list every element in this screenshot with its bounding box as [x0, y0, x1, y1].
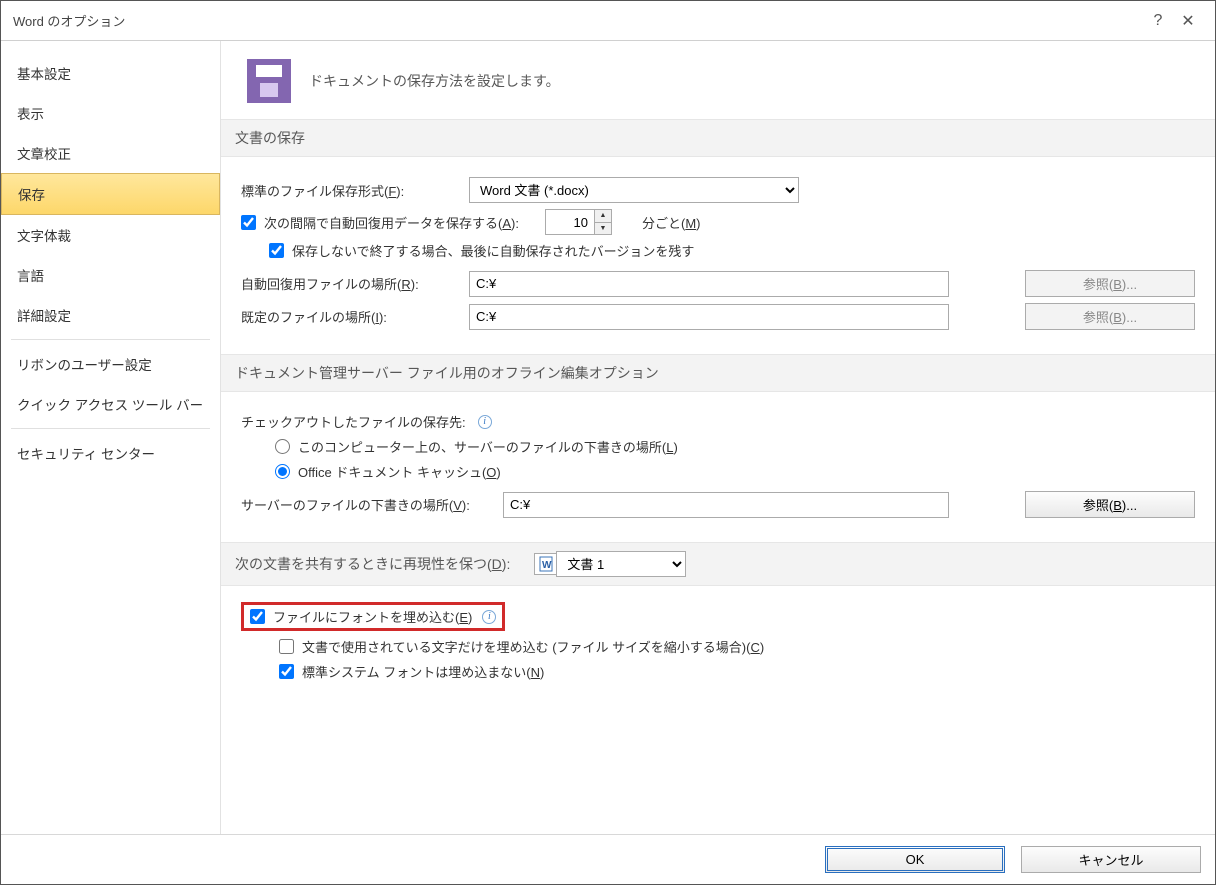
info-icon[interactable]: i [478, 415, 492, 429]
sidebar-separator [11, 428, 210, 429]
browse-default-button[interactable]: 参照(B)... [1025, 303, 1195, 330]
page-description: ドキュメントの保存方法を設定します。 [309, 71, 560, 91]
file-format-label: 標準のファイル保存形式(F): [241, 181, 459, 200]
info-icon[interactable]: i [482, 610, 496, 624]
spinner-down[interactable]: ▼ [595, 223, 611, 235]
svg-text:W: W [542, 560, 552, 571]
drafts-location-input[interactable] [503, 492, 949, 518]
autorecover-location-input[interactable] [469, 271, 949, 297]
sidebar-item-save[interactable]: 保存 [1, 173, 220, 215]
radio-office-cache-label: Office ドキュメント キャッシュ(O) [298, 462, 501, 481]
autosave-interval-spinner[interactable]: ▲ ▼ [545, 209, 612, 235]
section-header-save: 文書の保存 [221, 119, 1215, 157]
no-system-fonts-checkbox[interactable] [279, 664, 294, 679]
autosave-label: 次の間隔で自動回復用データを保存する(A): [264, 213, 519, 232]
sidebar-item-general[interactable]: 基本設定 [1, 53, 220, 93]
autosave-unit-label: 分ごと(M) [642, 213, 701, 232]
sidebar-item-quick-access[interactable]: クイック アクセス ツール バー [1, 384, 220, 424]
file-format-combo[interactable]: Word 文書 (*.docx) [469, 177, 799, 203]
browse-drafts-button[interactable]: 参照(B)... [1025, 491, 1195, 518]
no-system-fonts-label: 標準システム フォントは埋め込まない(N) [302, 662, 544, 681]
radio-local-drafts[interactable] [275, 439, 290, 454]
sidebar-separator [11, 339, 210, 340]
sidebar-item-proofing[interactable]: 文章校正 [1, 133, 220, 173]
spinner-up[interactable]: ▲ [595, 210, 611, 223]
autosave-interval-input[interactable] [546, 210, 594, 234]
default-location-input[interactable] [469, 304, 949, 330]
checkout-location-label: チェックアウトしたファイルの保存先: [241, 412, 466, 431]
sidebar-item-language[interactable]: 言語 [1, 255, 220, 295]
help-button[interactable]: ? [1143, 12, 1173, 30]
sidebar-item-display[interactable]: 表示 [1, 93, 220, 133]
word-document-icon: W [534, 553, 556, 575]
main-panel: ドキュメントの保存方法を設定します。 文書の保存 標準のファイル保存形式(F):… [221, 41, 1215, 834]
section-header-fidelity: 次の文書を共有するときに再現性を保つ(D): W 文書 1 [221, 542, 1215, 586]
ok-button[interactable]: OK [825, 846, 1005, 873]
drafts-location-label: サーバーのファイルの下書きの場所(V): [241, 495, 493, 514]
titlebar: Word のオプション ? ✕ [1, 1, 1215, 41]
close-button[interactable]: ✕ [1173, 11, 1203, 31]
sidebar-item-typography[interactable]: 文字体裁 [1, 215, 220, 255]
embed-fonts-checkbox[interactable] [250, 609, 265, 624]
save-page-icon [247, 59, 291, 103]
keep-last-autosave-label: 保存しないで終了する場合、最後に自動保存されたバージョンを残す [292, 241, 694, 260]
embed-fonts-label: ファイルにフォントを埋め込む(E) [273, 607, 472, 626]
sidebar-item-advanced[interactable]: 詳細設定 [1, 295, 220, 335]
embed-subset-checkbox[interactable] [279, 639, 294, 654]
sidebar-item-trust-center[interactable]: セキュリティ センター [1, 433, 220, 473]
sidebar: 基本設定 表示 文章校正 保存 文字体裁 言語 詳細設定 リボンのユーザー設定 … [1, 41, 221, 834]
autorecover-location-label: 自動回復用ファイルの場所(R): [241, 274, 459, 293]
window-title: Word のオプション [13, 11, 1143, 30]
browse-autorecover-button[interactable]: 参照(B)... [1025, 270, 1195, 297]
radio-office-cache[interactable] [275, 464, 290, 479]
embed-subset-label: 文書で使用されている文字だけを埋め込む (ファイル サイズを縮小する場合)(C) [302, 637, 764, 656]
section-header-offline: ドキュメント管理サーバー ファイル用のオフライン編集オプション [221, 354, 1215, 392]
default-location-label: 既定のファイルの場所(I): [241, 307, 459, 326]
fidelity-document-combo[interactable]: 文書 1 [556, 551, 686, 577]
autosave-checkbox[interactable] [241, 215, 256, 230]
dialog-footer: OK キャンセル [1, 834, 1215, 884]
sidebar-item-customize-ribbon[interactable]: リボンのユーザー設定 [1, 344, 220, 384]
highlight-embed-fonts: ファイルにフォントを埋め込む(E) i [241, 602, 505, 631]
radio-local-drafts-label: このコンピューター上の、サーバーのファイルの下書きの場所(L) [298, 437, 678, 456]
keep-last-autosave-checkbox[interactable] [269, 243, 284, 258]
cancel-button[interactable]: キャンセル [1021, 846, 1201, 873]
